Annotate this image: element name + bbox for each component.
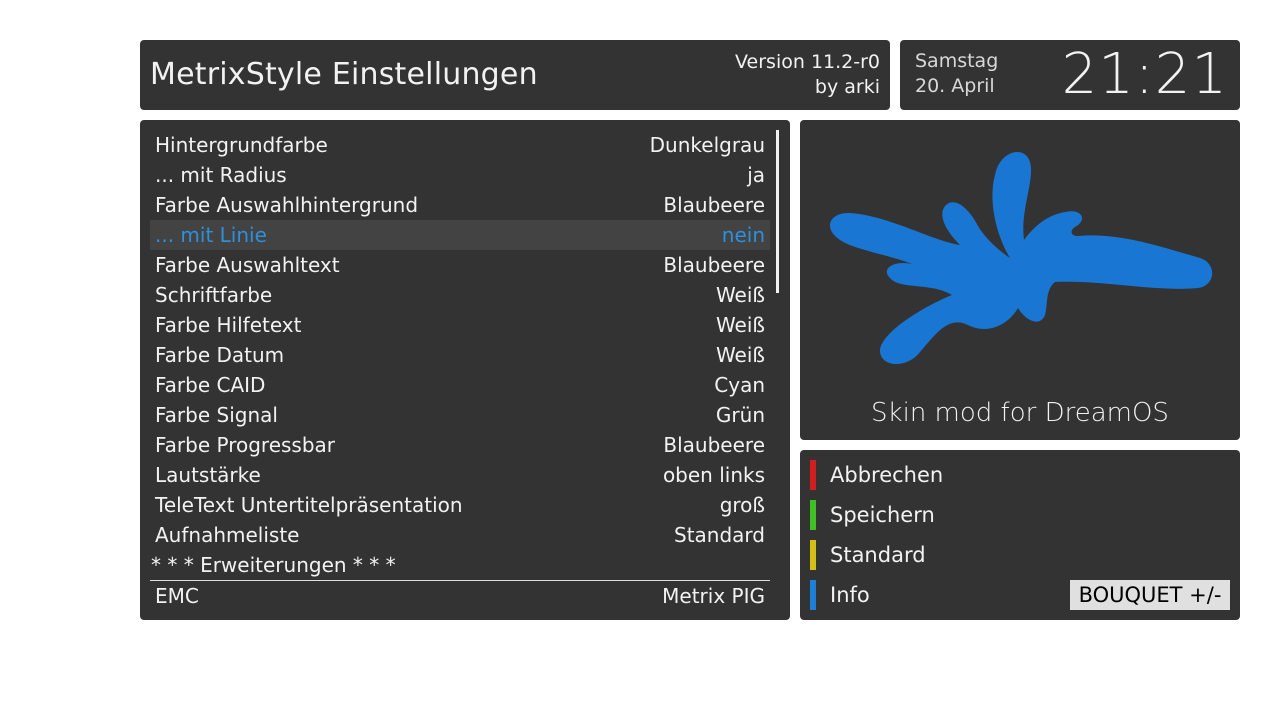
green-key-icon — [810, 500, 816, 530]
settings-row-value: Grün — [715, 403, 765, 427]
settings-row-value: Metrix PIG — [662, 584, 765, 608]
weekday-label: Samstag — [915, 50, 999, 72]
settings-list: Hintergrundfarbe Dunkelgrau ... mit Radius… — [150, 130, 770, 611]
settings-row-label: TeleText Untertitelpräsentation — [155, 493, 463, 517]
red-key-icon — [810, 460, 816, 490]
settings-row-value: Standard — [674, 523, 765, 547]
settings-row[interactable]: Lautstärke oben links — [150, 460, 770, 490]
save-button-label: Speichern — [830, 503, 935, 527]
settings-row-value: Blaubeere — [663, 253, 765, 277]
settings-row-value: Dunkelgrau — [649, 133, 765, 157]
settings-row[interactable]: Farbe CAID Cyan — [150, 370, 770, 400]
settings-row-value: groß — [719, 493, 765, 517]
settings-row-value: Blaubeere — [663, 193, 765, 217]
settings-row[interactable]: Farbe Auswahlhintergrund Blaubeere — [150, 190, 770, 220]
settings-row[interactable]: Farbe Auswahltext Blaubeere — [150, 250, 770, 280]
settings-row-value: ja — [747, 163, 765, 187]
settings-row[interactable]: ... mit Radius ja — [150, 160, 770, 190]
settings-row-label: EMC — [155, 584, 199, 608]
splash-logo-icon — [829, 152, 1213, 364]
info-button-label: Info — [830, 583, 870, 607]
yellow-key-icon — [810, 540, 816, 570]
settings-row[interactable]: Farbe Progressbar Blaubeere — [150, 430, 770, 460]
settings-row-value: Weiß — [715, 343, 765, 367]
settings-row-label: ... mit Radius — [155, 163, 287, 187]
settings-row-label: Farbe Auswahltext — [155, 253, 340, 277]
author-label: by arki — [814, 76, 880, 98]
scrollbar[interactable] — [776, 130, 779, 293]
date-label: 20. April — [915, 75, 995, 97]
section-header: * * * Erweiterungen * * * — [150, 550, 770, 581]
settings-row-label: Lautstärke — [155, 463, 261, 487]
settings-row-label: Aufnahmeliste — [155, 523, 300, 547]
version-info: Version 11.2-r0 by arki — [735, 50, 880, 100]
version-label: Version 11.2-r0 — [735, 51, 880, 73]
settings-row-label: Hintergrundfarbe — [155, 133, 328, 157]
preview-panel: Skin mod for DreamOS — [800, 120, 1240, 440]
settings-row-value: Cyan — [714, 373, 765, 397]
settings-row-label: Farbe Signal — [155, 403, 278, 427]
settings-row[interactable]: ... mit Linie nein — [150, 220, 770, 250]
settings-row-value: Blaubeere — [663, 433, 765, 457]
settings-row[interactable]: Farbe Hilfetext Weiß — [150, 310, 770, 340]
settings-row-label: Farbe Progressbar — [155, 433, 336, 457]
settings-row[interactable]: Farbe Datum Weiß — [150, 340, 770, 370]
header-panel: MetrixStyle Einstellungen Version 11.2-r… — [140, 40, 890, 110]
settings-row-value: nein — [721, 223, 765, 247]
settings-row-label: Farbe Auswahlhintergrund — [155, 193, 419, 217]
settings-row-label: ... mit Linie — [155, 223, 267, 247]
settings-row[interactable]: Hintergrundfarbe Dunkelgrau — [150, 130, 770, 160]
clock-panel: Samstag 20. April 21:21 — [900, 40, 1240, 110]
settings-row-value: oben links — [662, 463, 765, 487]
settings-row[interactable]: EMC Metrix PIG — [150, 581, 770, 611]
cancel-button-label: Abbrechen — [830, 463, 944, 487]
settings-row-label: Farbe Hilfetext — [155, 313, 302, 337]
date-info: Samstag 20. April — [915, 49, 998, 99]
blue-key-icon — [810, 580, 816, 610]
settings-row[interactable]: Aufnahmeliste Standard — [150, 520, 770, 550]
settings-row-label: Schriftfarbe — [155, 283, 273, 307]
settings-row[interactable]: Farbe Signal Grün — [150, 400, 770, 430]
settings-row-label: * * * Erweiterungen * * * — [151, 553, 396, 577]
settings-row[interactable]: Schriftfarbe Weiß — [150, 280, 770, 310]
settings-row[interactable]: TeleText Untertitelpräsentation groß — [150, 490, 770, 520]
settings-row-value: Weiß — [715, 313, 765, 337]
default-button-label: Standard — [830, 543, 926, 567]
clock-time: 21:21 — [1061, 42, 1228, 107]
preview-caption: Skin mod for DreamOS — [871, 398, 1169, 428]
buttons-panel: Abbrechen Speichern Standard Info BOUQUE… — [800, 450, 1240, 620]
bouquet-button[interactable]: BOUQUET +/- — [1070, 580, 1230, 610]
settings-panel: Hintergrundfarbe Dunkelgrau ... mit Radius… — [140, 120, 790, 620]
page-title: MetrixStyle Einstellungen — [150, 57, 538, 92]
settings-row-label: Farbe Datum — [155, 343, 285, 367]
settings-row-label: Farbe CAID — [155, 373, 266, 397]
settings-row-value: Weiß — [715, 283, 765, 307]
